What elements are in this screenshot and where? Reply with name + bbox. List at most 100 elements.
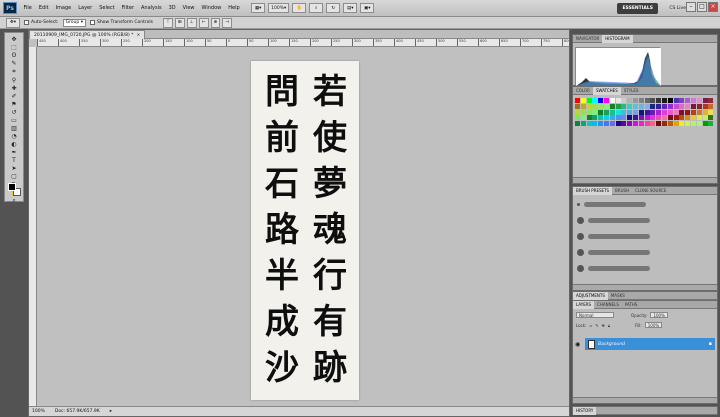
auto-select-checkbox[interactable] [24, 20, 29, 25]
show-transform-option[interactable]: Show Transform Controls [89, 20, 153, 25]
brush-preset[interactable] [577, 231, 650, 241]
tab-brush[interactable]: BRUSH [612, 187, 632, 195]
tab-paths[interactable]: PATHS [622, 301, 641, 309]
color-swatch[interactable] [598, 98, 604, 103]
lock-image-icon[interactable]: ✎ [595, 323, 598, 328]
minimize-button[interactable]: – [686, 2, 696, 12]
color-swatch[interactable] [633, 103, 638, 109]
workspace-essentials-button[interactable]: ESSENTIALS [617, 3, 658, 14]
horizontal-ruler[interactable]: 450 400 350 300 250 200 150 100 50 0 50 100 150 200 25… [37, 39, 569, 47]
align-bottom-icon[interactable]: ⊥ [186, 17, 197, 28]
brush-preset[interactable] [577, 199, 646, 209]
color-swatch[interactable] [575, 121, 580, 127]
screen-mode-button[interactable]: ▣▾ [360, 3, 375, 13]
eraser-tool-icon[interactable]: ▭ [7, 117, 22, 124]
layer-visibility-eye-icon[interactable]: ◉ [575, 341, 580, 348]
zoom-percent[interactable]: 100% [32, 409, 45, 414]
color-swatch[interactable] [696, 121, 702, 127]
menu-image[interactable]: Image [52, 0, 75, 17]
menu-help[interactable]: Help [225, 0, 243, 17]
color-swatch[interactable] [615, 98, 621, 103]
color-swatch[interactable] [609, 109, 615, 115]
marquee-tool-icon[interactable]: ⬚ [7, 44, 22, 51]
color-swatch[interactable] [592, 121, 598, 127]
color-swatch[interactable] [638, 98, 644, 103]
tab-navigator[interactable]: NAVIGATOR [573, 35, 602, 43]
tab-layers[interactable]: LAYERS [573, 300, 595, 309]
color-swatch[interactable] [685, 103, 691, 109]
color-swatch[interactable] [615, 103, 621, 109]
auto-select-option[interactable]: Auto-Select: [24, 20, 59, 25]
color-swatch[interactable] [702, 103, 708, 109]
color-swatch[interactable] [673, 121, 679, 127]
color-swatch[interactable] [633, 121, 638, 127]
healing-brush-tool-icon[interactable]: ✚ [7, 85, 22, 92]
move-tool-preset-icon[interactable]: ✥▾ [6, 17, 20, 28]
color-swatch[interactable] [627, 115, 633, 121]
color-swatch[interactable] [679, 121, 685, 127]
color-swatch[interactable] [580, 115, 586, 121]
color-swatch[interactable] [604, 103, 609, 109]
tab-masks[interactable]: MASKS [608, 292, 628, 300]
lock-transparent-icon[interactable]: ▫ [589, 323, 592, 328]
color-swatch[interactable] [586, 109, 592, 115]
color-swatch[interactable] [673, 115, 679, 121]
color-swatch[interactable] [609, 103, 615, 109]
color-swatch[interactable] [621, 98, 627, 103]
color-swatch[interactable] [667, 98, 673, 103]
color-swatch[interactable] [696, 103, 702, 109]
color-swatch[interactable] [627, 98, 633, 103]
align-right-icon[interactable]: ⊣ [222, 17, 233, 28]
color-swatch[interactable] [638, 115, 644, 121]
color-swatch[interactable] [691, 115, 696, 121]
color-swatch[interactable] [638, 121, 644, 127]
color-swatch[interactable] [644, 103, 650, 109]
lasso-tool-icon[interactable]: ʘ [7, 52, 22, 59]
color-swatch[interactable] [673, 98, 679, 103]
brush-preset[interactable] [577, 215, 650, 225]
maximize-button[interactable]: □ [697, 2, 707, 12]
color-swatch[interactable] [627, 103, 633, 109]
color-swatch[interactable] [598, 115, 604, 121]
tab-adjustments[interactable]: ADJUSTMENTS [573, 291, 608, 300]
zoom-tool-icon[interactable]: ⌕ [7, 197, 22, 205]
color-swatch[interactable] [575, 109, 580, 115]
rotate-view-button[interactable]: ↻ [326, 3, 341, 13]
color-swatch[interactable] [580, 98, 586, 103]
color-swatch[interactable] [679, 98, 685, 103]
close-tab-icon[interactable]: × [136, 33, 140, 38]
view-extras-button[interactable]: ▦▾ [251, 3, 266, 13]
document-tab[interactable]: 20110909_IMG_0720.JPG @ 100% (RGB/8) * × [29, 30, 146, 39]
color-swatch[interactable] [615, 109, 621, 115]
color-swatch[interactable] [621, 121, 627, 127]
color-swatch[interactable] [627, 121, 633, 127]
color-swatch[interactable] [633, 115, 638, 121]
color-swatch[interactable] [592, 115, 598, 121]
color-swatch[interactable] [575, 115, 580, 121]
close-button[interactable]: × [708, 2, 718, 12]
tab-history[interactable]: HISTORY [573, 406, 597, 415]
color-swatch[interactable] [667, 103, 673, 109]
arrange-documents-button[interactable]: ▤▾ [343, 3, 358, 13]
fill-field[interactable]: 100% [644, 322, 663, 328]
brush-preset[interactable] [577, 263, 650, 273]
color-swatch[interactable] [708, 121, 714, 127]
clone-stamp-tool-icon[interactable]: ⚑ [7, 101, 22, 108]
brush-tool-icon[interactable]: ✐ [7, 93, 22, 100]
color-swatch[interactable] [708, 109, 714, 115]
color-swatch[interactable] [696, 115, 702, 121]
menu-filter[interactable]: Filter [118, 0, 137, 17]
tab-clone-source[interactable]: CLONE SOURCE [632, 187, 669, 195]
color-swatch[interactable] [691, 121, 696, 127]
canvas-area[interactable]: 問前石路半成沙 若使夢魂行有跡 [37, 47, 569, 406]
menu-edit[interactable]: Edit [35, 0, 52, 17]
color-swatch[interactable] [650, 103, 656, 109]
color-swatch[interactable] [685, 109, 691, 115]
color-swatch[interactable] [644, 98, 650, 103]
color-swatch[interactable] [638, 103, 644, 109]
color-swatch[interactable] [615, 121, 621, 127]
color-swatch[interactable] [650, 109, 656, 115]
eyedropper-tool-icon[interactable]: ⚲ [7, 77, 22, 84]
lock-position-icon[interactable]: ✥ [602, 323, 605, 328]
tab-histogram[interactable]: HISTOGRAM [602, 34, 633, 43]
